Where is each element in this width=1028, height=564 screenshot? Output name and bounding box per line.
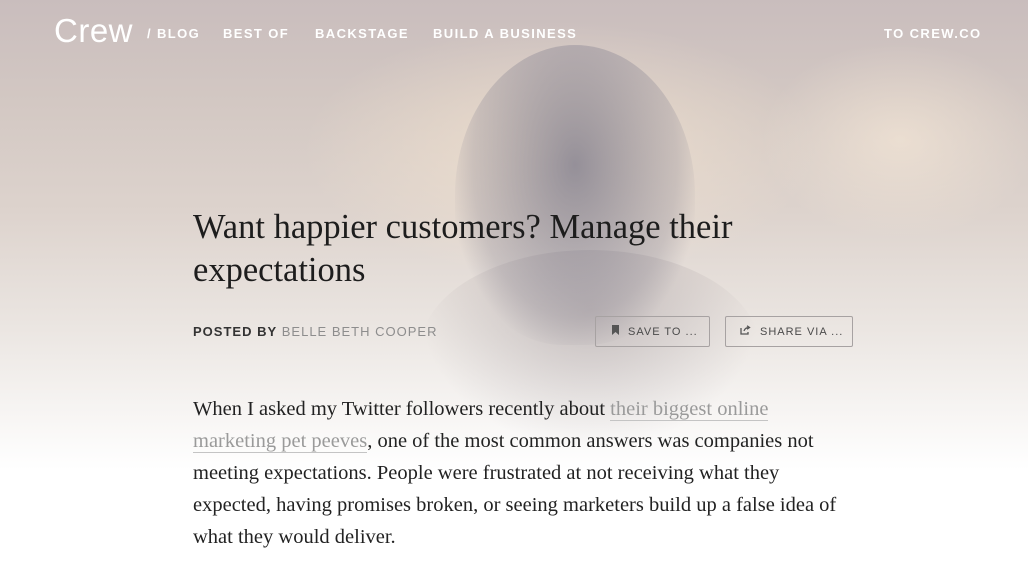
top-navigation: Crew / BLOG BEST OF BACKSTAGE BUILD A BU… xyxy=(0,0,1028,70)
article-intro-paragraph: When I asked my Twitter followers recent… xyxy=(193,393,843,553)
byline: POSTED BY BELLE BETH COOPER xyxy=(193,324,437,339)
nav-best-of-link[interactable]: BEST OF xyxy=(223,26,289,41)
share-via-button[interactable]: SHARE VIA ... xyxy=(725,316,853,347)
share-icon xyxy=(740,325,751,338)
bookmark-icon xyxy=(612,325,619,338)
nav-backstage-link[interactable]: BACKSTAGE xyxy=(315,26,409,41)
save-to-button[interactable]: SAVE TO ... xyxy=(595,316,710,347)
nav-to-crew-link[interactable]: TO CREW.CO xyxy=(884,26,982,41)
author-link[interactable]: BELLE BETH COOPER xyxy=(282,324,438,339)
hero-person-silhouette xyxy=(455,45,695,345)
article-title: Want happier customers? Manage their exp… xyxy=(193,208,733,289)
paragraph-text-start: When I asked my Twitter followers recent… xyxy=(193,398,611,420)
nav-build-a-business-link[interactable]: BUILD A BUSINESS xyxy=(433,26,577,41)
nav-blog-link[interactable]: / BLOG xyxy=(147,26,200,41)
save-to-label: SAVE TO ... xyxy=(628,325,698,338)
share-via-label: SHARE VIA ... xyxy=(760,325,844,338)
posted-by-label: POSTED BY xyxy=(193,324,278,339)
crew-logo[interactable]: Crew xyxy=(54,12,133,50)
